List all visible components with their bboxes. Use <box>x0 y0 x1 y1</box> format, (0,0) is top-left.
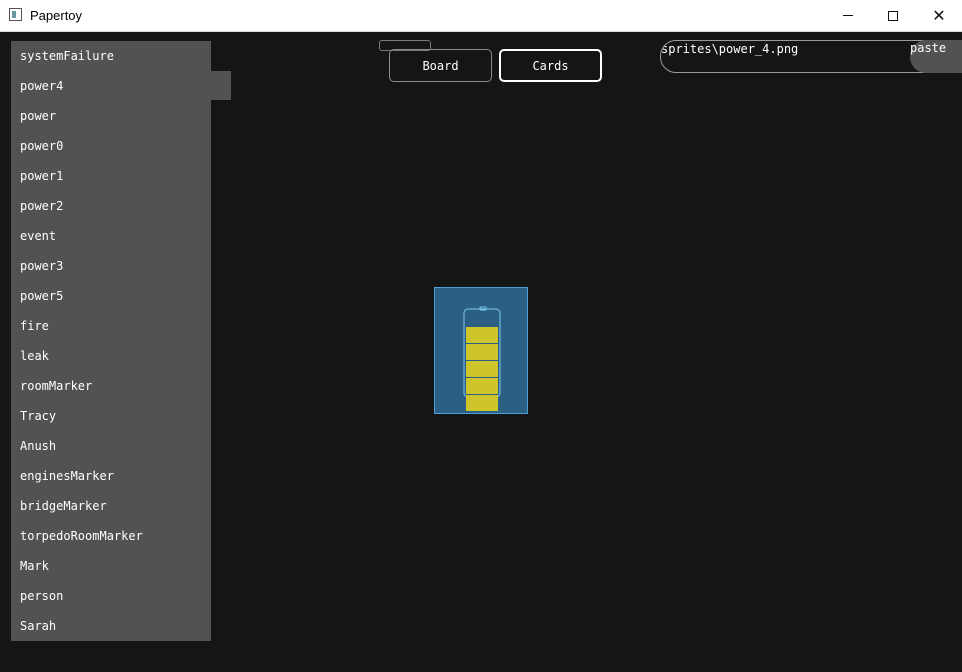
list-item[interactable]: power2 <box>11 191 211 221</box>
list-item[interactable]: bridgeMarker <box>11 491 211 521</box>
battery-icon <box>463 306 501 411</box>
list-item[interactable]: Mark <box>11 551 211 581</box>
sprite-preview-card[interactable] <box>434 287 528 414</box>
list-item[interactable]: power <box>11 101 211 131</box>
sprite-list[interactable]: systemFailure power4 power power0 power1… <box>11 41 211 641</box>
list-item[interactable]: power4 <box>11 71 211 101</box>
list-item[interactable]: leak <box>11 341 211 371</box>
maximize-button[interactable] <box>870 0 916 31</box>
list-item[interactable]: roomMarker <box>11 371 211 401</box>
list-item[interactable]: power0 <box>11 131 211 161</box>
app-icon <box>9 8 22 21</box>
minimize-icon <box>843 15 853 16</box>
list-item[interactable]: fire <box>11 311 211 341</box>
close-button[interactable]: ✕ <box>916 0 962 31</box>
list-item[interactable]: Sarah <box>11 611 211 641</box>
list-item[interactable]: power5 <box>11 281 211 311</box>
minimize-button[interactable] <box>825 0 871 31</box>
list-item[interactable]: enginesMarker <box>11 461 211 491</box>
list-item[interactable]: systemFailure <box>11 41 211 71</box>
battery-bar <box>466 378 498 394</box>
list-item[interactable]: Anush <box>11 431 211 461</box>
battery-bar <box>466 395 498 411</box>
battery-bar <box>466 361 498 377</box>
maximize-icon <box>888 10 898 21</box>
sprite-path-value: sprites\power_4.png <box>661 42 799 56</box>
paste-button-label: paste <box>910 41 947 55</box>
list-item[interactable]: person <box>11 581 211 611</box>
list-item[interactable]: power1 <box>11 161 211 191</box>
selected-item-tab <box>211 71 231 100</box>
list-item[interactable]: event <box>11 221 211 251</box>
window-title: Papertoy <box>30 8 83 23</box>
list-item[interactable]: torpedoRoomMarker <box>11 521 211 551</box>
title-bar: Papertoy ✕ <box>0 0 962 32</box>
battery-bar <box>466 327 498 343</box>
tab-cards[interactable]: Cards <box>499 49 602 82</box>
battery-bar <box>466 344 498 360</box>
list-item[interactable]: Tracy <box>11 401 211 431</box>
close-icon: ✕ <box>932 7 946 25</box>
tab-board[interactable]: Board <box>389 49 492 82</box>
list-item[interactable]: power3 <box>11 251 211 281</box>
